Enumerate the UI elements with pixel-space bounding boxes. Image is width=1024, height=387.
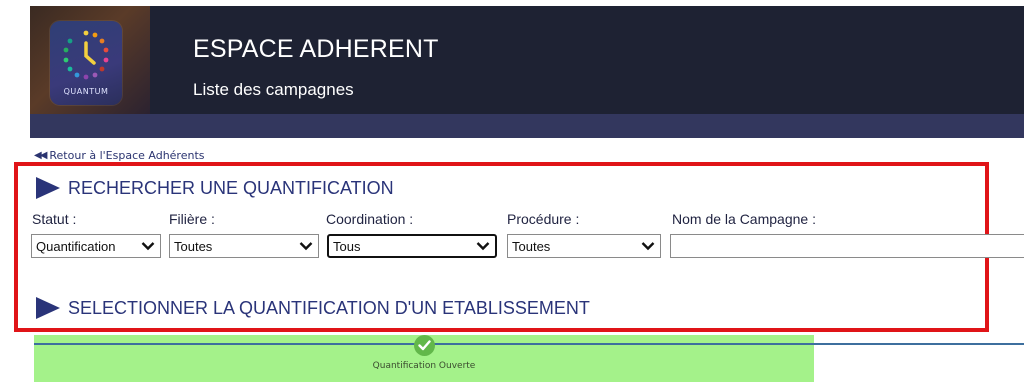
filiere-value: Toutes [174, 238, 213, 254]
select-section-title: SELECTIONNER LA QUANTIFICATION D'UN ETAB… [68, 297, 590, 318]
statut-select[interactable]: Quantification [31, 234, 161, 258]
header-stripe [30, 114, 1024, 138]
coordination-value: Tous [333, 238, 361, 254]
filiere-label: Filière : [169, 211, 215, 227]
page: QUANTUM ESPACE ADHERENT Liste des campag… [0, 0, 1024, 387]
chevron-down-icon [640, 238, 656, 254]
nom-campagne-label: Nom de la Campagne : [672, 211, 816, 227]
back-link[interactable]: ◀◀ Retour à l'Espace Adhérents [34, 149, 205, 162]
procedure-label: Procédure : [507, 211, 580, 227]
back-link-label: Retour à l'Espace Adhérents [49, 149, 205, 162]
procedure-value: Toutes [512, 238, 551, 254]
play-triangle-icon [36, 297, 60, 319]
select-section-header[interactable]: SELECTIONNER LA QUANTIFICATION D'UN ETAB… [36, 297, 590, 319]
chevron-down-icon [298, 238, 314, 254]
back-arrow-icon: ◀◀ [34, 150, 47, 161]
progress-step-label: Quantification Ouverte [372, 361, 476, 371]
app-logo[interactable]: QUANTUM [50, 21, 122, 105]
check-icon[interactable] [414, 335, 435, 356]
coordination-label: Coordination : [326, 211, 414, 227]
page-subtitle: Liste des campagnes [193, 80, 354, 99]
procedure-select[interactable]: Toutes [507, 234, 661, 258]
nom-campagne-input[interactable] [670, 234, 1024, 258]
logo-text: QUANTUM [63, 87, 109, 96]
app-title: ESPACE ADHERENT [193, 35, 439, 63]
app-header [30, 6, 1024, 114]
coordination-select[interactable]: Tous [327, 234, 497, 258]
chevron-down-icon [475, 238, 491, 254]
statut-value: Quantification [36, 238, 116, 254]
clock-logo-icon [63, 30, 109, 80]
search-section-title: RECHERCHER UNE QUANTIFICATION [68, 177, 394, 198]
chevron-down-icon [140, 238, 156, 254]
statut-label: Statut : [32, 211, 77, 227]
filiere-select[interactable]: Toutes [169, 234, 319, 258]
play-triangle-icon [36, 177, 60, 199]
search-section-header[interactable]: RECHERCHER UNE QUANTIFICATION [36, 177, 394, 199]
